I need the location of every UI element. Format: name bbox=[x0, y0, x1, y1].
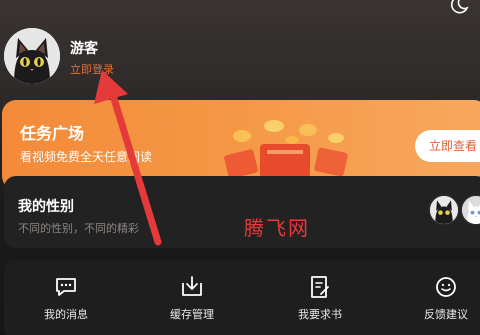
night-mode-icon[interactable] bbox=[448, 0, 470, 16]
request-book-button[interactable]: 我要求书 bbox=[280, 274, 360, 322]
gender-subtitle: 不同的性别，不同的精彩 bbox=[18, 222, 139, 235]
task-plaza-subtitle: 看视频免费全天任意阅读 bbox=[20, 150, 153, 164]
female-cat-avatar[interactable] bbox=[460, 194, 480, 226]
view-now-button[interactable]: 立即查看 bbox=[415, 130, 480, 162]
tool-label: 我的消息 bbox=[44, 308, 88, 321]
red-envelope-coins-icon bbox=[224, 120, 348, 179]
white-cat-icon bbox=[462, 196, 480, 224]
my-messages-button[interactable]: 我的消息 bbox=[26, 274, 106, 322]
login-link[interactable]: 立即登录 bbox=[70, 61, 114, 77]
gender-card[interactable]: 我的性别 不同的性别，不同的精彩 bbox=[4, 176, 480, 248]
tool-label: 缓存管理 bbox=[170, 308, 214, 321]
watermark-text: 腾飞网 bbox=[244, 216, 310, 240]
tool-label: 我要求书 bbox=[298, 308, 342, 321]
download-icon bbox=[182, 276, 202, 296]
tool-label: 反馈建议 bbox=[424, 308, 468, 321]
cat-avatar-icon bbox=[4, 28, 60, 84]
username: 游客 bbox=[70, 41, 98, 57]
feedback-icon bbox=[436, 277, 456, 297]
male-cat-avatar[interactable] bbox=[428, 194, 460, 226]
request-book-icon bbox=[311, 276, 329, 298]
tools-card: 我的消息 缓存管理 我要求书 反馈建议 bbox=[4, 260, 480, 335]
task-plaza-title: 任务广场 bbox=[20, 124, 85, 143]
message-icon bbox=[56, 278, 76, 296]
user-avatar[interactable] bbox=[4, 28, 60, 84]
black-cat-icon bbox=[430, 196, 458, 224]
cache-management-button[interactable]: 缓存管理 bbox=[152, 274, 232, 322]
feedback-button[interactable]: 反馈建议 bbox=[406, 274, 480, 322]
gender-title: 我的性别 bbox=[18, 199, 74, 215]
